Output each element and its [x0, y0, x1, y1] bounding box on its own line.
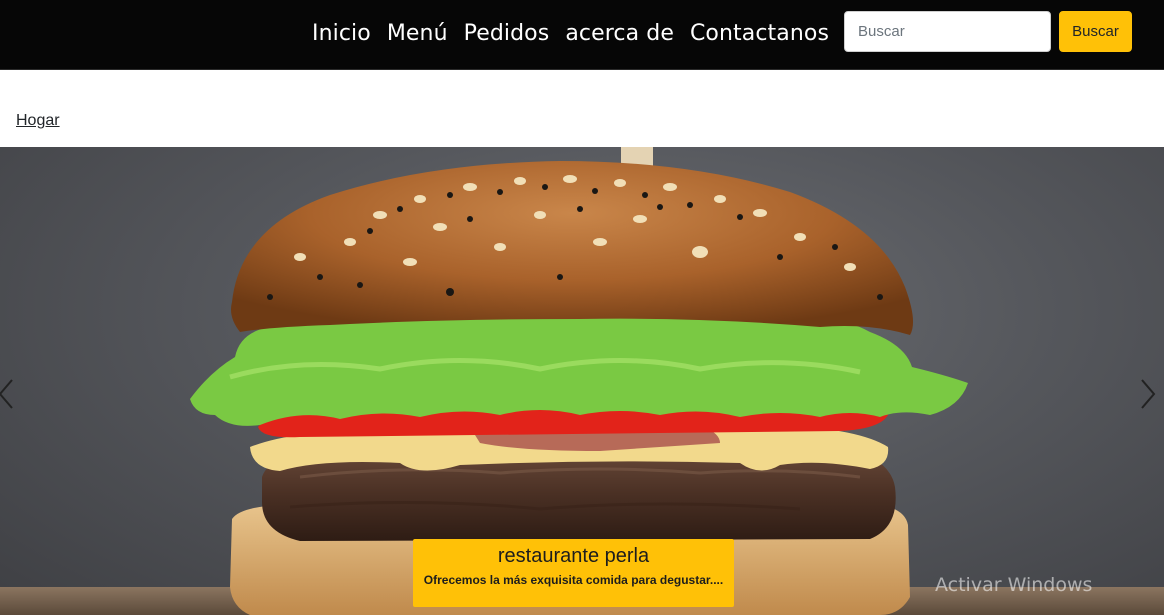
- nav-link-inicio[interactable]: Inicio: [312, 21, 371, 46]
- nav-link-pedidos[interactable]: Pedidos: [464, 21, 550, 46]
- carousel-prev-button[interactable]: [0, 372, 20, 416]
- breadcrumb: Hogar: [0, 70, 1164, 147]
- nav-link-contactanos[interactable]: Contactanos: [690, 21, 829, 46]
- chevron-right-icon: [1141, 379, 1156, 409]
- navbar: Inicio Menú Pedidos acerca de Contactano…: [0, 0, 1164, 70]
- breadcrumb-link-hogar[interactable]: Hogar: [16, 112, 60, 130]
- nav-link-menu[interactable]: Menú: [387, 21, 448, 46]
- caption-title: restaurante perla: [497, 545, 650, 567]
- chevron-left-icon: [0, 379, 13, 409]
- caption-text: Ofrecemos la más exquisita comida para d…: [423, 573, 724, 587]
- nav-links: Inicio Menú Pedidos acerca de Contactano…: [312, 0, 845, 66]
- carousel-next-button[interactable]: [1136, 372, 1160, 416]
- nav-link-acerca-de[interactable]: acerca de: [565, 21, 674, 46]
- search-input[interactable]: [844, 11, 1051, 52]
- search-button[interactable]: Buscar: [1059, 11, 1132, 52]
- hero-carousel: restaurante perla Ofrecemos la más exqui…: [0, 147, 1164, 615]
- windows-activation-watermark: Activar Windows: [935, 574, 1093, 596]
- carousel-caption: restaurante perla Ofrecemos la más exqui…: [413, 539, 734, 607]
